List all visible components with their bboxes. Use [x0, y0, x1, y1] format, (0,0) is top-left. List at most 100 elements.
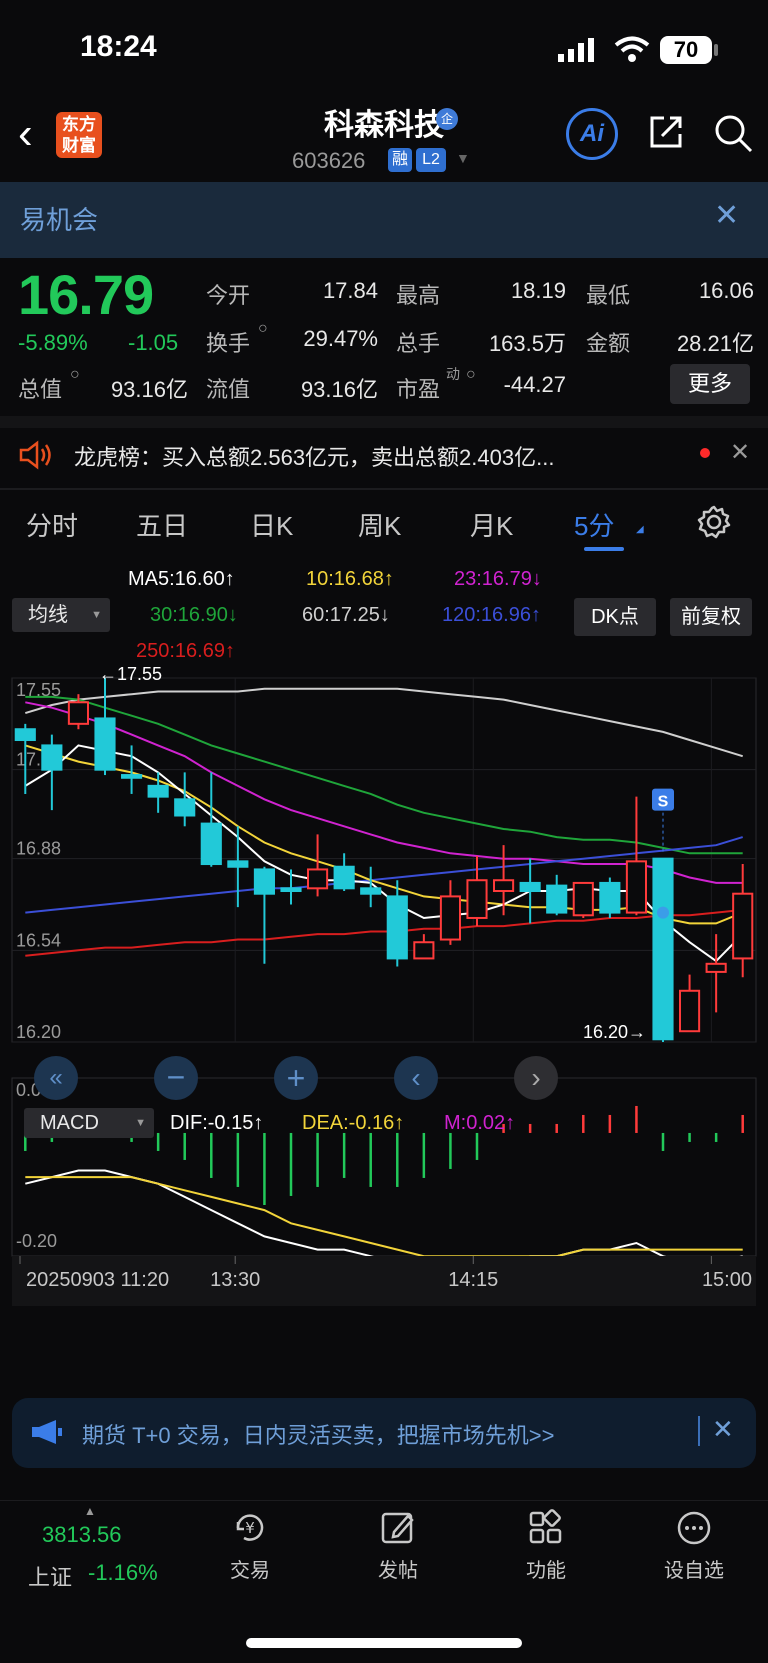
promo-divider	[698, 1416, 700, 1446]
tab-weekly-k[interactable]: 周K	[358, 506, 401, 543]
candle-down	[280, 887, 302, 893]
chevron-down-icon: ▼	[135, 1117, 146, 1129]
high-label: 最高	[396, 283, 441, 308]
macd-selector-label: MACD	[40, 1112, 99, 1134]
dea-value: DEA:-0.16↑	[302, 1112, 405, 1134]
nav-trade[interactable]: ¥ 交易	[190, 1508, 310, 1583]
ma10-value: 10:16.68↑	[306, 568, 394, 590]
section-divider	[0, 488, 768, 490]
candle-down	[253, 868, 275, 895]
battery-indicator: 70	[660, 36, 712, 64]
candle-down	[227, 860, 249, 868]
max-price-label: ←17.55	[99, 666, 162, 684]
index-change[interactable]: -1.16%	[88, 1560, 158, 1586]
candle-down	[94, 717, 116, 771]
ma5-value: MA5:16.60↑	[128, 568, 235, 590]
nav-function-label: 功能	[526, 1560, 566, 1582]
amount-label: 金额	[586, 331, 631, 356]
nav-function[interactable]: 功能	[486, 1508, 606, 1583]
gear-icon[interactable]	[696, 504, 732, 540]
nav-watchlist[interactable]: 设自选	[634, 1508, 754, 1583]
share-icon[interactable]	[646, 112, 686, 152]
chevron-down-icon[interactable]: ▼	[456, 150, 470, 166]
macd-y-tick-label: -0.20	[16, 1231, 57, 1251]
candle-up	[493, 879, 515, 893]
tab-five-day[interactable]: 五日	[136, 506, 188, 543]
candle-down	[121, 774, 143, 779]
low-value: 16.06	[698, 278, 754, 303]
close-icon[interactable]: ✕	[712, 1414, 734, 1445]
amount-value: 28.21亿	[676, 331, 754, 356]
stock-code: 603626	[292, 148, 366, 173]
ma-selector[interactable]: 均线 ▼	[12, 598, 110, 632]
scroll-right-button[interactable]: ›	[514, 1056, 558, 1100]
candle-up	[705, 962, 727, 973]
ma-selector-label: 均线	[28, 604, 68, 626]
nav-post[interactable]: 发帖	[338, 1508, 458, 1583]
macd-frame	[11, 1077, 757, 1257]
volume-value: 163.5万	[488, 331, 566, 356]
ai-button[interactable]: Ai	[566, 108, 618, 160]
info-icon[interactable]: ○	[70, 366, 80, 384]
candle-down	[519, 881, 541, 893]
candle-up	[625, 860, 647, 914]
min-price-label: 16.20→	[583, 1022, 646, 1042]
index-name[interactable]: 上证	[28, 1560, 72, 1592]
tab-5min[interactable]: 5分	[574, 506, 614, 543]
zoom-in-button[interactable]: +	[274, 1056, 318, 1100]
cellular-signal-icon	[558, 38, 594, 62]
nav-watchlist-label: 设自选	[664, 1560, 724, 1582]
macd-selector[interactable]: MACD ▼	[24, 1108, 154, 1138]
more-button[interactable]: 更多	[670, 364, 750, 404]
candle-down	[360, 887, 382, 895]
grid-icon	[529, 1509, 562, 1544]
info-icon[interactable]: ○	[258, 320, 268, 338]
ma250-line	[25, 908, 743, 957]
candle-up	[679, 989, 701, 1033]
y-tick-label: 16.54	[16, 930, 61, 950]
index-up-arrow-icon: ▲	[84, 1504, 96, 1518]
nav-divider	[0, 1500, 768, 1501]
more-dots-icon	[677, 1511, 711, 1545]
opportunity-banner[interactable]	[0, 182, 768, 258]
candle-up	[307, 868, 329, 890]
tab-daily-k[interactable]: 日K	[250, 506, 293, 543]
candle-down	[14, 728, 36, 742]
low-label: 最低	[586, 283, 631, 308]
status-time: 18:24	[80, 30, 157, 63]
close-icon[interactable]: ✕	[714, 198, 739, 233]
turnover-rate-value: 29.47%	[303, 326, 378, 351]
kline-chart[interactable]: 17.5517.2116.8816.5416.20 0.05-0.2020250…	[0, 666, 768, 1386]
index-value[interactable]: 3813.56	[42, 1522, 122, 1548]
dragon-tiger-text: 龙虎榜：买入总额2.563亿元，卖出总额2.403亿...	[74, 445, 555, 470]
turnover-rate-label: 换手	[206, 331, 251, 356]
scroll-left-fast-button[interactable]: «	[34, 1056, 78, 1100]
ma23-value: 23:16.79↓	[454, 568, 542, 590]
candle-down	[174, 798, 196, 817]
ma60-line	[25, 687, 743, 758]
nav-post-label: 发帖	[378, 1560, 418, 1582]
scroll-left-button[interactable]: ‹	[394, 1056, 438, 1100]
candle-down	[652, 857, 674, 1041]
forward-adjust-button[interactable]: 前复权	[670, 598, 752, 636]
dk-point-button[interactable]: DK点	[574, 598, 656, 636]
x-tick-label: 14:15	[448, 1269, 498, 1291]
search-icon[interactable]	[712, 112, 754, 154]
close-icon[interactable]: ✕	[730, 438, 750, 467]
market-cap-value: 93.16亿	[110, 377, 188, 402]
tab-monthly-k[interactable]: 月K	[470, 506, 513, 543]
tab-intraday[interactable]: 分时	[26, 506, 78, 543]
zoom-out-button[interactable]: −	[154, 1056, 198, 1100]
edit-icon	[381, 1512, 414, 1544]
tab-dropdown-caret[interactable]: ◢	[636, 524, 644, 535]
candle-up	[67, 701, 89, 725]
l2-tag[interactable]: L2	[416, 148, 446, 172]
candle-down	[599, 881, 621, 914]
candle-down	[200, 822, 222, 866]
high-value: 18.19	[510, 278, 566, 303]
ma250-value: 250:16.69↑	[136, 640, 235, 662]
speaker-icon	[19, 440, 51, 470]
open-label: 今开	[206, 283, 251, 308]
banner-text: 易机会	[20, 205, 99, 235]
margin-tag: 融	[388, 148, 412, 172]
